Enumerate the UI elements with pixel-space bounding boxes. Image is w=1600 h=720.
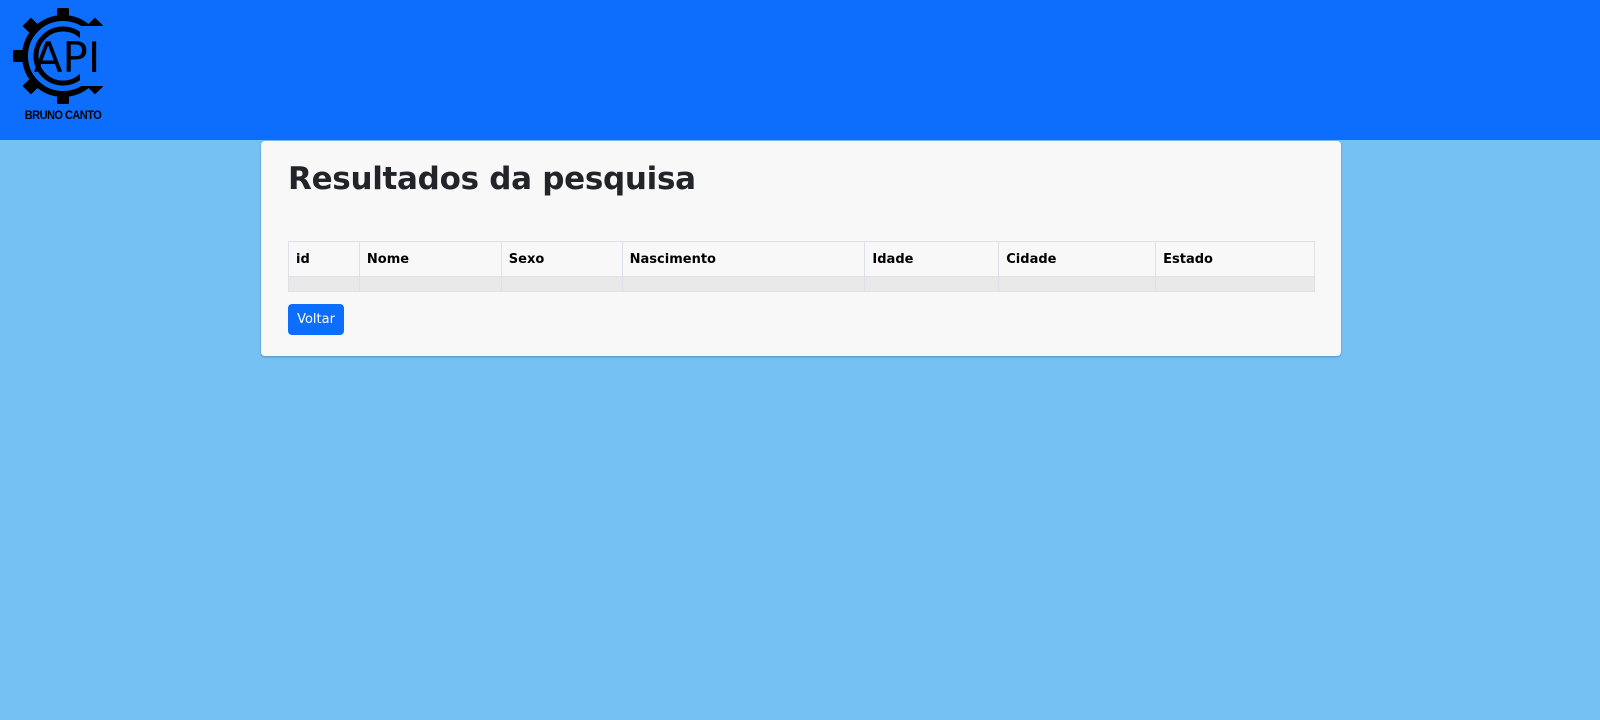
api-logo[interactable]: API BRUNO CANTO [10,6,116,126]
table-cell [864,276,1000,292]
table-cell [1155,276,1315,292]
table-header-row: id Nome Sexo Nascimento Idade Cidade Est… [288,241,1315,277]
results-table: id Nome Sexo Nascimento Idade Cidade Est… [288,241,1315,292]
logo-text: API [34,33,100,82]
column-header-sexo[interactable]: Sexo [500,241,623,277]
table-cell [500,276,623,292]
logo-caption: BRUNO CANTO [24,108,102,122]
table-cell [288,276,360,292]
column-header-cidade[interactable]: Cidade [998,241,1157,277]
column-header-nascimento[interactable]: Nascimento [621,241,866,277]
column-header-estado[interactable]: Estado [1155,241,1315,277]
top-navbar: API BRUNO CANTO [0,0,1600,140]
column-header-nome[interactable]: Nome [358,241,502,277]
results-card: Resultados da pesquisa id Nome Sexo Nasc… [261,141,1341,356]
back-button[interactable]: Voltar [288,304,344,335]
page-title: Resultados da pesquisa [288,161,696,197]
column-header-id[interactable]: id [288,241,360,277]
table-cell [998,276,1157,292]
table-cell [621,276,866,292]
column-header-idade[interactable]: Idade [864,241,1000,277]
table-row-empty [288,276,1315,292]
table-cell [358,276,502,292]
gear-icon: API [13,8,116,104]
